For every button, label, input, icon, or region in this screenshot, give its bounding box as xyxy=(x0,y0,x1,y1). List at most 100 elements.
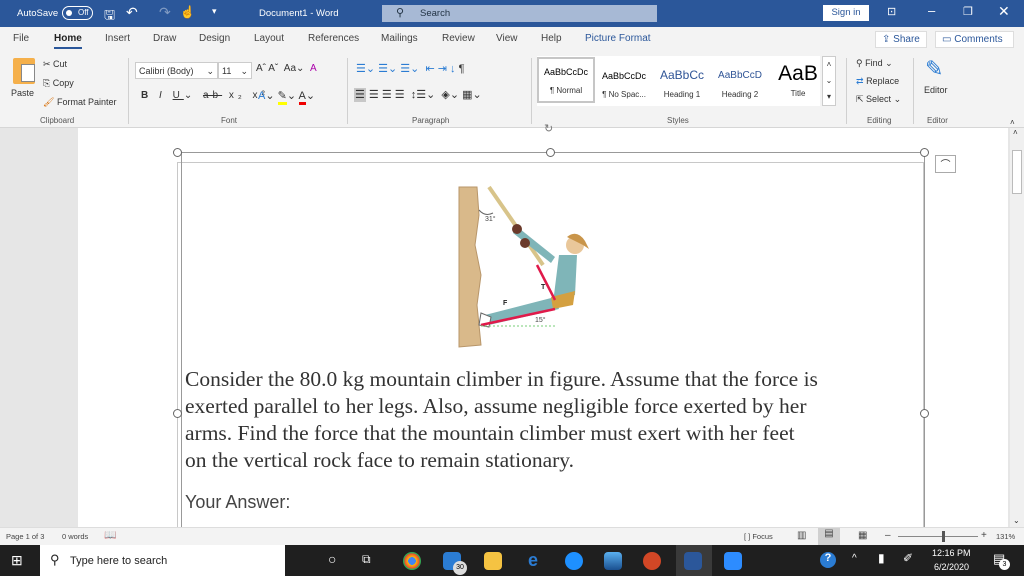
photos-icon[interactable] xyxy=(604,552,622,570)
tab-mailings[interactable]: Mailings xyxy=(381,33,418,44)
resize-handle[interactable] xyxy=(173,148,182,157)
word-icon[interactable] xyxy=(684,552,702,570)
task-view-icon[interactable]: ⧉ xyxy=(362,552,371,567)
touch-mode-icon[interactable]: ☝ xyxy=(180,5,195,19)
editor-button[interactable]: Editor xyxy=(924,85,948,95)
tab-insert[interactable]: Insert xyxy=(105,33,130,44)
editor-icon[interactable]: ✎ xyxy=(925,56,943,82)
alignment-buttons[interactable]: ☰ ☰ ☰ ☰ ↕☰⌄ ◈⌄ ▦⌄ xyxy=(354,88,482,102)
zoom-app-icon[interactable] xyxy=(724,552,742,570)
sign-in-button[interactable]: Sign in xyxy=(823,5,869,21)
notifications-icon[interactable]: ▤ 3 xyxy=(993,551,1010,570)
find-button[interactable]: ⚲ Find ⌄ xyxy=(856,58,893,69)
customize-qat-icon[interactable]: ▾ xyxy=(212,6,217,17)
cortana-icon[interactable]: ○ xyxy=(328,551,336,567)
mail-icon[interactable]: 30 xyxy=(443,552,467,575)
app-icon[interactable] xyxy=(565,552,583,570)
chrome-icon[interactable] xyxy=(403,552,421,570)
microphone-icon[interactable]: ▮ xyxy=(878,551,885,565)
style-no-spacing[interactable]: AaBbCcDc ¶ No Spac... xyxy=(595,62,653,108)
resize-handle[interactable] xyxy=(546,148,555,157)
pen-icon[interactable]: ✐ xyxy=(903,551,913,565)
tab-review[interactable]: Review xyxy=(442,33,475,44)
redo-icon[interactable]: ↷ xyxy=(159,4,171,21)
tab-design[interactable]: Design xyxy=(199,33,230,44)
restore-button[interactable]: ❐ xyxy=(963,5,973,18)
paste-button[interactable]: Paste xyxy=(11,88,34,98)
resize-handle[interactable] xyxy=(920,409,929,418)
close-button[interactable]: ✕ xyxy=(998,3,1010,20)
zoom-slider-thumb[interactable] xyxy=(942,531,945,542)
print-layout-icon[interactable]: ▤ xyxy=(818,528,840,545)
tab-layout[interactable]: Layout xyxy=(254,33,284,44)
collapse-ribbon-icon[interactable]: ˄ xyxy=(1010,118,1015,127)
zoom-slider[interactable] xyxy=(898,536,978,537)
tab-draw[interactable]: Draw xyxy=(153,33,176,44)
rotate-handle-icon[interactable]: ↻ xyxy=(544,122,553,135)
font-format-buttons[interactable]: B I U⌄ ab x₂ x² xyxy=(141,90,269,101)
format-painter-button[interactable]: 🖌 Format Painter xyxy=(43,97,116,108)
mail-badge: 30 xyxy=(453,561,467,575)
tab-home[interactable]: Home xyxy=(54,33,82,49)
copy-button[interactable]: ⎘ Copy xyxy=(43,78,74,89)
proofing-icon[interactable]: 📖 xyxy=(104,530,116,541)
tab-picture-format[interactable]: Picture Format xyxy=(585,33,651,44)
web-layout-icon[interactable]: ▦ xyxy=(858,530,867,541)
autosave-toggle[interactable]: Off xyxy=(62,6,93,20)
windows-start-icon[interactable]: ⊞ xyxy=(11,552,23,569)
zoom-level[interactable]: 131% xyxy=(996,532,1015,541)
font-size-select[interactable]: 11 ⌄ xyxy=(218,62,252,79)
taskbar-search[interactable]: ⚲ Type here to search xyxy=(40,545,285,576)
style-title[interactable]: AaB Title xyxy=(769,62,827,108)
resize-handle[interactable] xyxy=(173,409,182,418)
tab-file[interactable]: File xyxy=(13,33,29,44)
style-normal[interactable]: AaBbCcDc ¶ Normal xyxy=(537,57,595,103)
powerpoint-icon[interactable] xyxy=(643,552,661,570)
select-button[interactable]: ⇱ Select ⌄ xyxy=(856,94,901,105)
copy-label: Copy xyxy=(52,78,74,88)
save-icon[interactable]: 🖫 xyxy=(104,6,115,28)
file-explorer-icon[interactable] xyxy=(484,552,502,570)
font-name-select[interactable]: Calibri (Body) ⌄ xyxy=(135,62,218,79)
word-count[interactable]: 0 words xyxy=(62,532,88,541)
climber-figure: 31° T F 15° xyxy=(458,185,589,348)
show-hidden-icons[interactable]: ^ xyxy=(852,553,857,564)
ribbon-tabs: File Home Insert Draw Design Layout Refe… xyxy=(0,27,1024,52)
read-mode-icon[interactable]: ▥ xyxy=(797,530,806,541)
vertical-scrollbar[interactable]: ˄ ⌄ xyxy=(1010,128,1024,527)
cut-button[interactable]: ✂ Cut xyxy=(43,59,67,70)
autosave-label: AutoSave xyxy=(17,8,59,19)
comments-button[interactable]: ▭ Comments xyxy=(935,31,1014,48)
scrollbar-thumb[interactable] xyxy=(1012,150,1022,194)
resize-handle[interactable] xyxy=(920,148,929,157)
cut-label: Cut xyxy=(53,59,68,69)
page-count[interactable]: Page 1 of 3 xyxy=(6,532,44,541)
style-heading-1[interactable]: AaBbCc Heading 1 xyxy=(653,62,711,108)
zoom-out-button[interactable]: – xyxy=(885,530,891,541)
tab-help[interactable]: Help xyxy=(541,33,562,44)
question-text[interactable]: Consider the 80.0 kg mountain climber in… xyxy=(185,366,905,474)
edge-icon[interactable]: e xyxy=(524,551,542,570)
list-buttons[interactable]: ☰⌄ ☰⌄ ☰⌄ ⇤ ⇥ ↓ ¶ xyxy=(356,62,464,75)
style-heading-2[interactable]: AaBbCcD Heading 2 xyxy=(711,62,769,108)
tab-references[interactable]: References xyxy=(308,33,359,44)
help-icon[interactable]: ? xyxy=(820,552,836,568)
style-preview: AaBbCcDc xyxy=(601,71,646,81)
layout-options-icon[interactable]: ⌒ xyxy=(935,155,956,173)
minimize-button[interactable]: – xyxy=(928,3,935,18)
focus-button[interactable]: [ ] Focus xyxy=(744,532,773,541)
ribbon-display-options-icon[interactable]: ⊡ xyxy=(887,5,896,18)
font-size-buttons[interactable]: Aˆ Aˇ Aa⌄ A xyxy=(256,63,317,74)
search-box[interactable]: ⚲ Search xyxy=(382,5,657,22)
clock-date[interactable]: 6/2/2020 xyxy=(934,562,969,572)
replace-button[interactable]: ⇄ Replace xyxy=(856,76,899,87)
zoom-in-button[interactable]: + xyxy=(981,530,987,541)
styles-scroll[interactable]: ˄ ⌄ ▾ xyxy=(822,56,836,106)
tab-view[interactable]: View xyxy=(496,33,518,44)
font-color-buttons[interactable]: A⌄ ✎⌄ A⌄ xyxy=(258,89,315,105)
paste-icon[interactable] xyxy=(13,58,35,84)
clock-time[interactable]: 12:16 PM xyxy=(932,548,971,558)
tension-arrow xyxy=(535,264,557,301)
undo-icon[interactable]: ↶ xyxy=(126,4,138,21)
share-button[interactable]: ⇪ Share xyxy=(875,31,927,48)
